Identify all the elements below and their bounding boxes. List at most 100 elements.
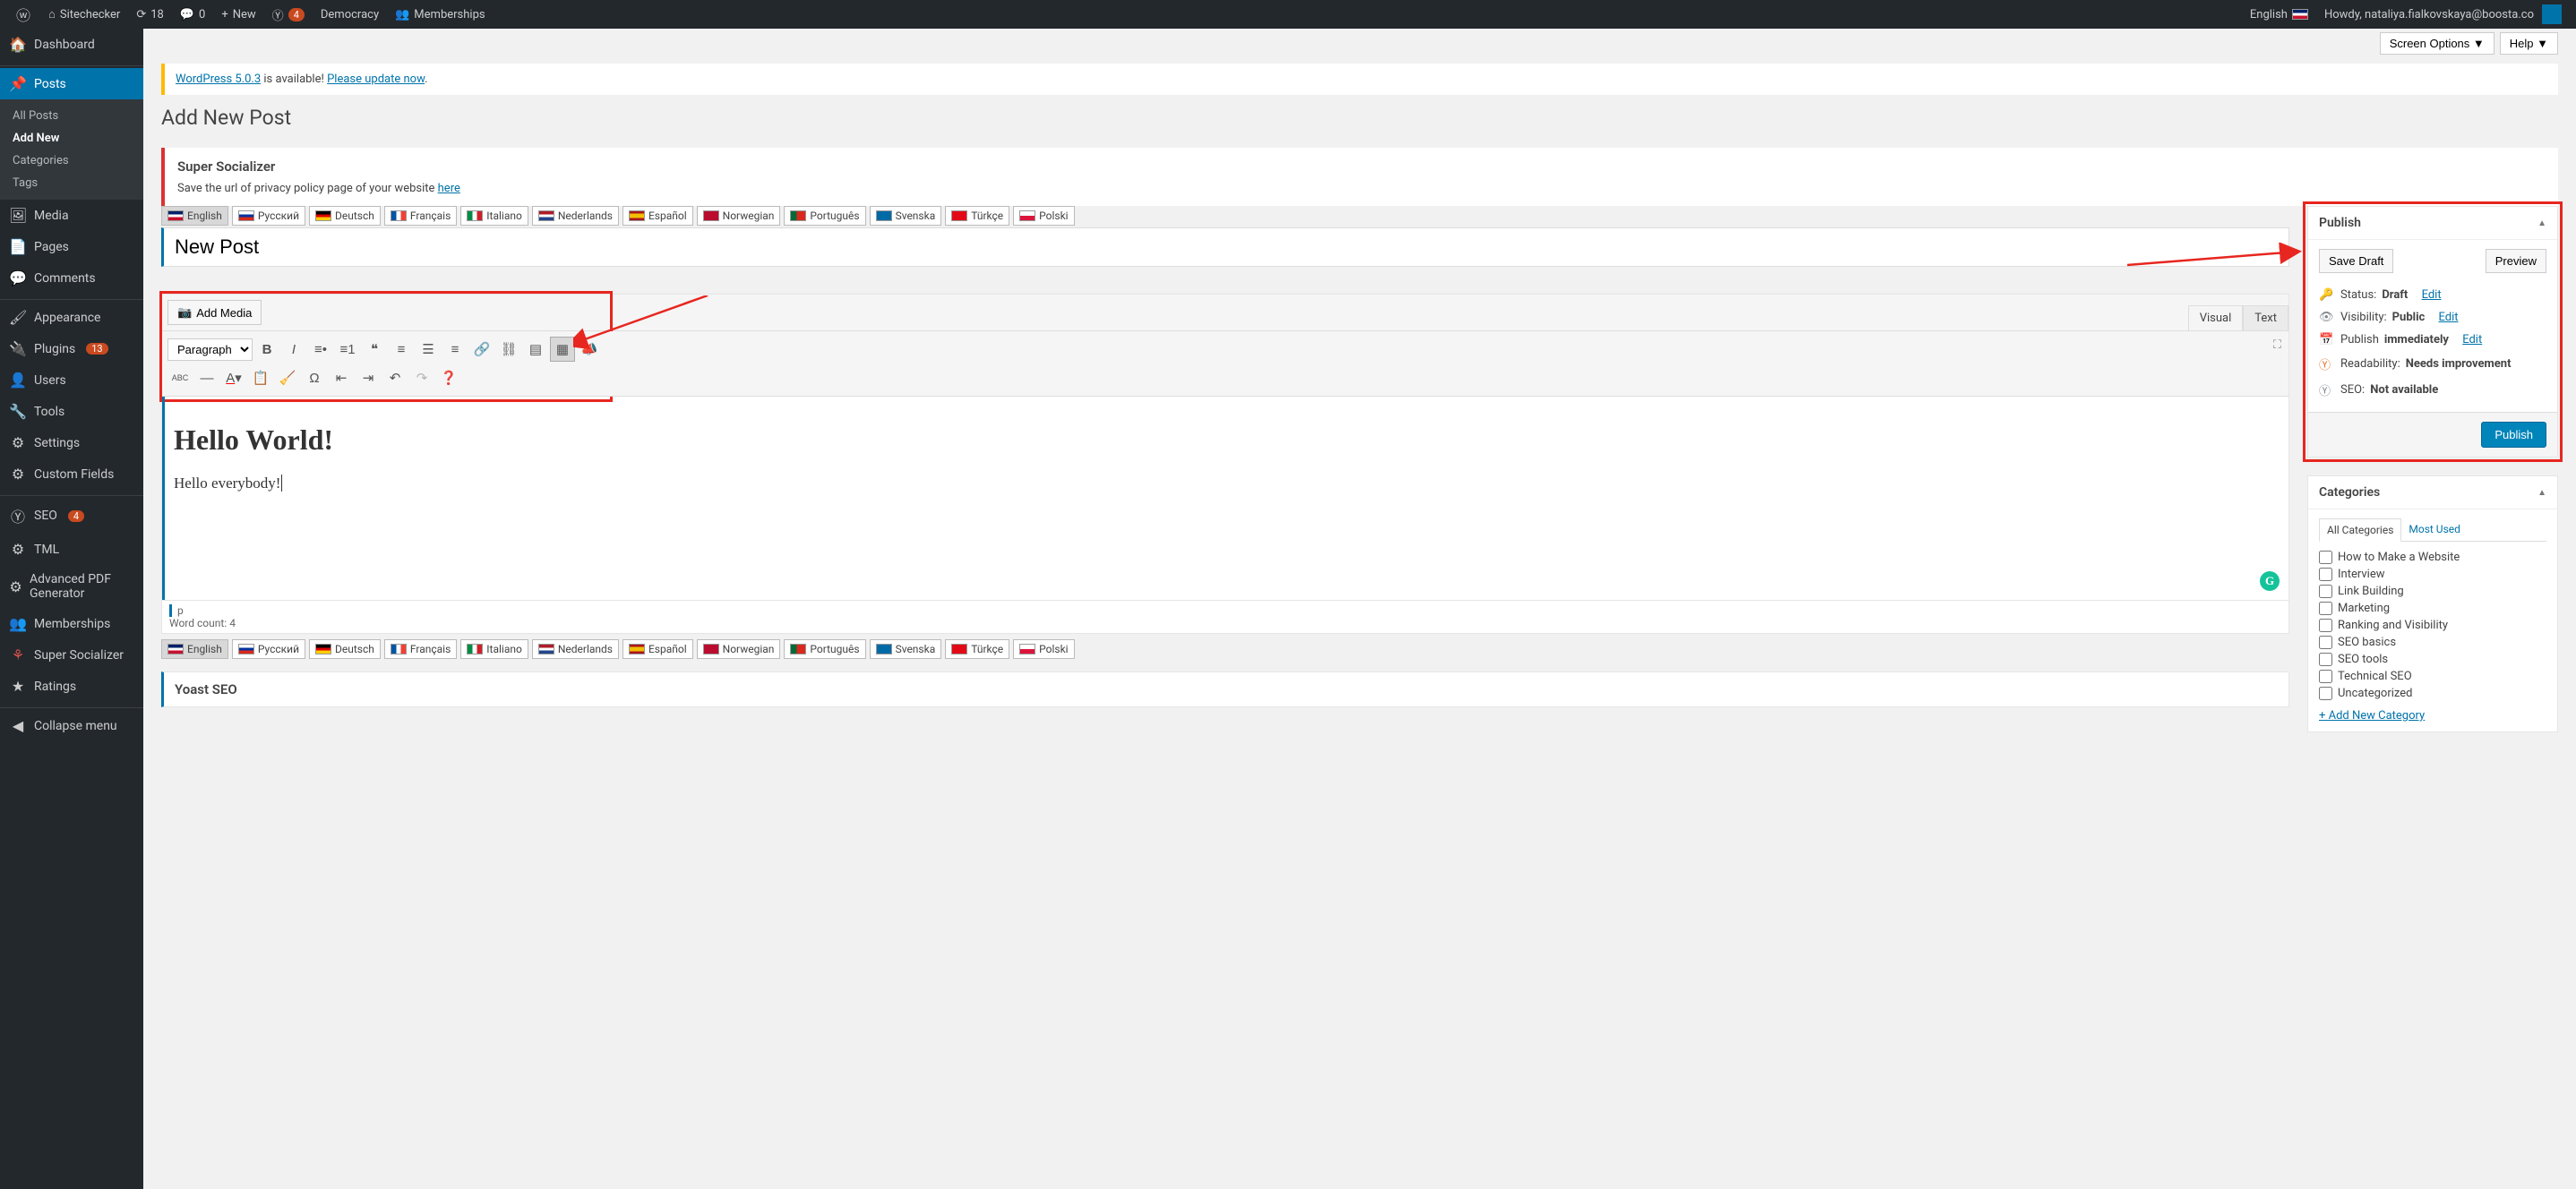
category-checkbox[interactable] bbox=[2319, 568, 2332, 581]
update-now-link[interactable]: Please update now bbox=[327, 73, 425, 86]
lang-tab-pl[interactable]: Polski bbox=[1013, 639, 1074, 659]
category-checkbox[interactable] bbox=[2319, 551, 2332, 564]
category-checkbox[interactable] bbox=[2319, 585, 2332, 598]
paste-text-button[interactable]: 📋 bbox=[248, 365, 273, 390]
align-center-button[interactable]: ☰ bbox=[416, 337, 441, 362]
sidebar-plugins[interactable]: 🔌Plugins13 bbox=[0, 333, 143, 364]
category-item[interactable]: How to Make a Website bbox=[2319, 549, 2546, 566]
category-checkbox[interactable] bbox=[2319, 619, 2332, 632]
most-used-tab[interactable]: Most Used bbox=[2401, 518, 2468, 541]
updates-link[interactable]: ⟳18 bbox=[129, 0, 171, 29]
lang-tab-ru[interactable]: Русский bbox=[232, 206, 305, 226]
redo-button[interactable]: ↷ bbox=[409, 365, 434, 390]
sub-add-new[interactable]: Add New bbox=[0, 127, 143, 150]
category-item[interactable]: SEO basics bbox=[2319, 634, 2546, 651]
lang-tab-pl[interactable]: Polski bbox=[1013, 206, 1074, 226]
read-more-button[interactable]: ▤ bbox=[523, 337, 548, 362]
blockquote-button[interactable]: ❝ bbox=[362, 337, 387, 362]
site-name-link[interactable]: ⌂Sitechecker bbox=[41, 0, 127, 29]
distraction-free-icon[interactable]: ⛶ bbox=[2273, 338, 2281, 352]
panel-toggle-icon[interactable]: ▲ bbox=[2537, 218, 2546, 228]
save-draft-button[interactable]: Save Draft bbox=[2319, 249, 2393, 273]
sidebar-pages[interactable]: 📄Pages bbox=[0, 231, 143, 262]
socializer-here-link[interactable]: here bbox=[438, 182, 460, 195]
italic-button[interactable]: I bbox=[281, 337, 306, 362]
lang-tab-nl[interactable]: Nederlands bbox=[532, 206, 619, 226]
unlink-button[interactable]: ⛓ bbox=[496, 337, 521, 362]
category-item[interactable]: Interview bbox=[2319, 566, 2546, 583]
category-checkbox[interactable] bbox=[2319, 687, 2332, 700]
visibility-edit-link[interactable]: Edit bbox=[2439, 311, 2459, 324]
collapse-menu[interactable]: ◀Collapse menu bbox=[0, 710, 143, 741]
help-button[interactable]: Help ▼ bbox=[2500, 32, 2558, 55]
bold-button[interactable]: B bbox=[254, 337, 279, 362]
sidebar-comments[interactable]: 💬Comments bbox=[0, 262, 143, 294]
toolbar-toggle-button[interactable]: ▦ bbox=[550, 337, 575, 362]
sub-tags[interactable]: Tags bbox=[0, 172, 143, 194]
category-checkbox[interactable] bbox=[2319, 653, 2332, 666]
category-item[interactable]: Link Building bbox=[2319, 583, 2546, 600]
lang-tab-de[interactable]: Deutsch bbox=[309, 639, 381, 659]
add-media-button[interactable]: 📷Add Media bbox=[167, 300, 262, 325]
lang-tab-en[interactable]: English bbox=[161, 639, 228, 659]
comments-link[interactable]: 💬0 bbox=[173, 0, 213, 29]
category-item[interactable]: Technical SEO bbox=[2319, 668, 2546, 685]
sidebar-posts[interactable]: 📌Posts bbox=[0, 68, 143, 99]
lang-tab-tr[interactable]: Türkçe bbox=[945, 639, 1009, 659]
lang-tab-tr[interactable]: Türkçe bbox=[945, 206, 1009, 226]
bullet-list-button[interactable]: ≡• bbox=[308, 337, 333, 362]
category-item[interactable]: Marketing bbox=[2319, 600, 2546, 617]
hr-button[interactable]: — bbox=[194, 365, 219, 390]
align-left-button[interactable]: ≡ bbox=[389, 337, 414, 362]
sidebar-supersoc[interactable]: ⚘Super Socializer bbox=[0, 639, 143, 671]
memberships-link[interactable]: 👥Memberships bbox=[388, 0, 492, 29]
category-checkbox[interactable] bbox=[2319, 670, 2332, 683]
visual-tab[interactable]: Visual bbox=[2188, 305, 2244, 330]
sidebar-apdf[interactable]: ⚙Advanced PDF Generator bbox=[0, 565, 143, 608]
number-list-button[interactable]: ≡1 bbox=[335, 337, 360, 362]
strikethrough-button[interactable]: ABC bbox=[167, 365, 193, 390]
lang-tab-en[interactable]: English bbox=[161, 206, 228, 226]
sidebar-dashboard[interactable]: 🏠Dashboard bbox=[0, 29, 143, 60]
text-tab[interactable]: Text bbox=[2243, 305, 2288, 330]
category-item[interactable]: SEO tools bbox=[2319, 651, 2546, 668]
lang-tab-sv[interactable]: Svenska bbox=[870, 206, 942, 226]
screen-options-button[interactable]: Screen Options ▼ bbox=[2380, 32, 2494, 55]
lang-tab-es[interactable]: Español bbox=[623, 206, 693, 226]
align-right-button[interactable]: ≡ bbox=[442, 337, 468, 362]
announce-button[interactable]: 📣 bbox=[577, 337, 602, 362]
panel-toggle-icon[interactable]: ▲ bbox=[2537, 488, 2546, 498]
sidebar-appearance[interactable]: 🖌Appearance bbox=[0, 302, 143, 333]
undo-button[interactable]: ↶ bbox=[382, 365, 408, 390]
language-switch[interactable]: English bbox=[2243, 0, 2315, 29]
sidebar-ratings[interactable]: ★Ratings bbox=[0, 671, 143, 702]
status-edit-link[interactable]: Edit bbox=[2422, 288, 2442, 302]
all-categories-tab[interactable]: All Categories bbox=[2319, 518, 2401, 542]
lang-tab-es[interactable]: Español bbox=[623, 639, 693, 659]
sidebar-memberships[interactable]: 👥Memberships bbox=[0, 608, 143, 639]
lang-tab-it[interactable]: Italiano bbox=[460, 639, 528, 659]
editor-content[interactable]: Hello World! Hello everybody! G bbox=[162, 397, 2288, 600]
format-select[interactable]: Paragraph bbox=[167, 338, 253, 361]
howdy-user[interactable]: Howdy, nataliya.fialkovskaya@boosta.co bbox=[2317, 0, 2569, 29]
add-new-category-link[interactable]: + Add New Category bbox=[2319, 709, 2546, 723]
post-title-input[interactable] bbox=[161, 227, 2289, 267]
link-button[interactable]: 🔗 bbox=[469, 337, 494, 362]
lang-tab-ru[interactable]: Русский bbox=[232, 639, 305, 659]
outdent-button[interactable]: ⇤ bbox=[329, 365, 354, 390]
indent-button[interactable]: ⇥ bbox=[356, 365, 381, 390]
wp-logo[interactable]: ⓦ bbox=[7, 0, 39, 29]
lang-tab-pt[interactable]: Português bbox=[784, 206, 865, 226]
help-icon-button[interactable]: ❓ bbox=[436, 365, 461, 390]
sub-all-posts[interactable]: All Posts bbox=[0, 105, 143, 127]
preview-button[interactable]: Preview bbox=[2486, 249, 2546, 273]
category-item[interactable]: Uncategorized bbox=[2319, 685, 2546, 702]
category-item[interactable]: Ranking and Visibility bbox=[2319, 617, 2546, 634]
clear-formatting-button[interactable]: 🧹 bbox=[275, 365, 300, 390]
new-content-link[interactable]: +New bbox=[214, 0, 262, 29]
lang-tab-no[interactable]: Norwegian bbox=[697, 639, 781, 659]
lang-tab-de[interactable]: Deutsch bbox=[309, 206, 381, 226]
sidebar-settings[interactable]: ⚙Settings bbox=[0, 427, 143, 458]
publish-button[interactable]: Publish bbox=[2481, 422, 2546, 448]
sidebar-tools[interactable]: 🔧Tools bbox=[0, 396, 143, 427]
